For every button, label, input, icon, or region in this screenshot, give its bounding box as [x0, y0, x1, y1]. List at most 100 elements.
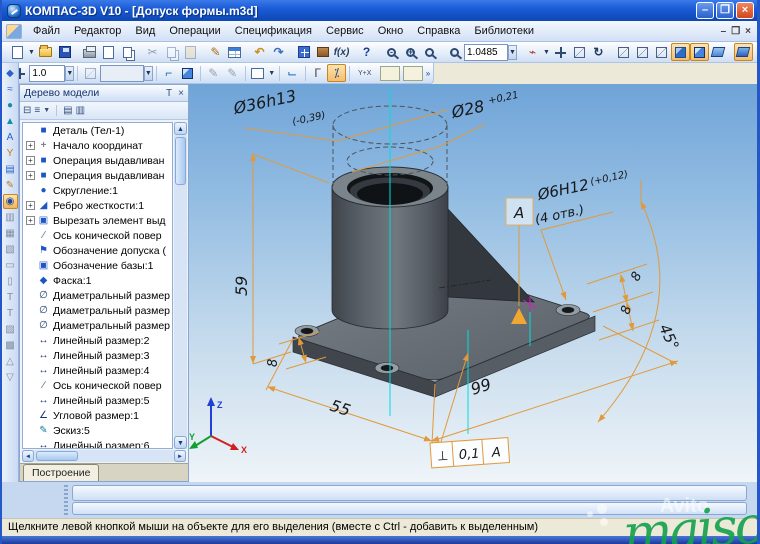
tree-row-datum[interactable]: ▣ Обозначение базы:1 [23, 258, 172, 273]
tool-icon-17[interactable]: ▩ [3, 338, 18, 353]
vscroll-thumb[interactable] [175, 137, 186, 185]
ortho-button[interactable]: Γ [308, 64, 327, 82]
maximize-button[interactable]: ❐ [716, 2, 734, 19]
tree-list-icon[interactable]: ≡ [34, 105, 40, 116]
close-button[interactable]: × [736, 2, 754, 19]
menu-specification[interactable]: Спецификация [228, 22, 319, 40]
sketch-plane-button[interactable]: ⌐ [159, 64, 178, 82]
tree-row-axis2[interactable]: ∕ Ось конической повер [23, 378, 172, 393]
tree-row-extrude2[interactable]: + ■ Операция выдавливан [23, 168, 172, 183]
expand-icon[interactable]: + [26, 141, 35, 150]
hidden-thin-button[interactable] [652, 43, 671, 61]
tool-icon-12[interactable]: ▭ [3, 258, 18, 273]
tree-row-cut[interactable]: + ▣ Вырезать элемент выд [23, 213, 172, 228]
tool-icon-array[interactable]: ▲ [3, 114, 18, 129]
state-button[interactable] [81, 64, 100, 82]
step-value-combo[interactable]: 1.0 [29, 64, 66, 82]
save-button[interactable] [55, 43, 74, 61]
pencil2-button[interactable]: ✎ [223, 64, 242, 82]
zoom-dropdown-button[interactable]: ▼ [508, 44, 517, 60]
property-bar-top[interactable] [72, 485, 747, 501]
new-dropdown-button[interactable]: ▼ [27, 43, 36, 61]
tree-hscrollbar[interactable]: ◄ ► [22, 450, 186, 462]
tree-row-angular[interactable]: ∠ Угловой размер:1 [23, 408, 172, 423]
context-help-button[interactable]: ? [357, 43, 376, 61]
zoom-value-combo[interactable]: 1.0485 [464, 43, 508, 61]
tool-icon-spline[interactable]: ≈ [3, 82, 18, 97]
undo-button[interactable]: ↶ [250, 43, 269, 61]
dim-59-label[interactable]: 59 [232, 276, 251, 296]
toolbar2-overflow[interactable]: » [423, 64, 433, 82]
tool-icon-14[interactable]: T [3, 290, 18, 305]
title-bar[interactable]: КОМПАС-3D V10 - [Допуск формы.m3d] – ❐ × [2, 0, 757, 21]
menu-edit[interactable]: Редактор [67, 22, 128, 40]
tree-row-origin[interactable]: + + Начало координат [23, 138, 172, 153]
model-canvas[interactable]: A ⊥ 0,1 A Ø36h13 (-0,39) Ø28 +0,21 Ø6H12… [189, 84, 757, 482]
dim-8a-label[interactable]: 8 [628, 270, 645, 284]
property-bar-grip[interactable] [64, 485, 68, 515]
tree-row-fillet[interactable]: ● Скругление:1 [23, 183, 172, 198]
tree-doc2-icon[interactable]: ▥ [76, 105, 85, 116]
zoom-out-button[interactable]: - [382, 43, 401, 61]
print-button[interactable] [80, 43, 99, 61]
tree-row-root[interactable]: ■ Деталь (Тел-1) [23, 123, 172, 138]
section-view-button[interactable] [709, 43, 728, 61]
expand-icon[interactable]: + [26, 171, 35, 180]
dim-55-label[interactable]: 55 [328, 396, 353, 420]
send-button[interactable] [118, 43, 137, 61]
coord-y-field[interactable] [379, 65, 400, 81]
tree-row-axis1[interactable]: ∕ Ось конической повер [23, 228, 172, 243]
scroll-right-icon[interactable]: ► [174, 450, 186, 462]
copy-button[interactable] [162, 43, 181, 61]
rotate-button[interactable]: ↻ [589, 43, 608, 61]
dim-d28-label[interactable]: Ø28 [449, 96, 486, 122]
tree-row-lin6[interactable]: ↔ Линейный размер:6 [23, 438, 172, 449]
cut-button[interactable]: ✂ [143, 43, 162, 61]
fx-button[interactable]: f(x) [332, 43, 351, 61]
tree-row-chamfer[interactable]: ◆ Фаска:1 [23, 273, 172, 288]
new-document-button[interactable] [8, 43, 27, 61]
zoom-fit-button[interactable]: □ [445, 43, 464, 61]
tool-icon-9[interactable]: ▥ [3, 210, 18, 225]
datum-frame[interactable]: A [505, 197, 534, 226]
tree-row-rib[interactable]: + ◢ Ребро жесткости:1 [23, 198, 172, 213]
shaded-edges-button[interactable] [689, 43, 709, 61]
wireframe-button[interactable] [614, 43, 633, 61]
tree-list-dropdown[interactable]: ▼ [43, 107, 50, 114]
redo-button[interactable]: ↷ [269, 43, 288, 61]
child-minimize-icon[interactable]: – [721, 26, 727, 37]
hscroll-thumb[interactable] [36, 451, 78, 461]
dim-d6-leader[interactable] [540, 211, 614, 301]
coord-x-field[interactable] [402, 65, 424, 81]
tool-icon-measure-active[interactable]: ◉ [2, 194, 18, 209]
dim-45-label[interactable]: 45° [655, 321, 682, 353]
menu-window[interactable]: Окно [371, 22, 411, 40]
tree-row-tolerance[interactable]: ⚑ Обозначение допуска ( [23, 243, 172, 258]
local-csys-button[interactable]: ⌙ [283, 64, 302, 82]
child-restore-icon[interactable]: ❐ [731, 26, 740, 37]
shaded-button[interactable] [670, 43, 690, 61]
tree-row-dia3[interactable]: ∅ Диаметральный размер [23, 318, 172, 333]
menu-file[interactable]: Файл [26, 22, 67, 40]
state-dropdown-button[interactable]: ▼ [143, 65, 153, 81]
zoom-in-button[interactable]: + [401, 43, 420, 61]
tree-row-lin4[interactable]: ↔ Линейный размер:4 [23, 363, 172, 378]
tree-row-dia1[interactable]: ∅ Диаметральный размер [23, 288, 172, 303]
menu-libraries[interactable]: Библиотеки [467, 22, 541, 40]
open-button[interactable] [36, 43, 55, 61]
tool-icon-surface[interactable]: ● [3, 98, 18, 113]
step-dropdown-button[interactable]: ▼ [65, 65, 75, 81]
spreadsheet-button[interactable] [225, 43, 244, 61]
library-manager-button[interactable] [313, 43, 332, 61]
grid-dropdown[interactable]: ▼ [267, 64, 276, 82]
document-icon[interactable] [6, 23, 22, 39]
tool-icon-18[interactable]: △ [3, 354, 18, 369]
rotate-box-button[interactable] [570, 43, 589, 61]
expand-icon[interactable]: + [26, 201, 35, 210]
tool-icon-filter[interactable]: Y [3, 146, 18, 161]
panel-close-icon[interactable]: × [178, 88, 184, 99]
dim-8-left-label[interactable]: 8 [266, 359, 281, 367]
dim-45[interactable] [597, 180, 661, 423]
menu-service[interactable]: Сервис [319, 22, 371, 40]
minimize-button[interactable]: – [696, 2, 714, 19]
